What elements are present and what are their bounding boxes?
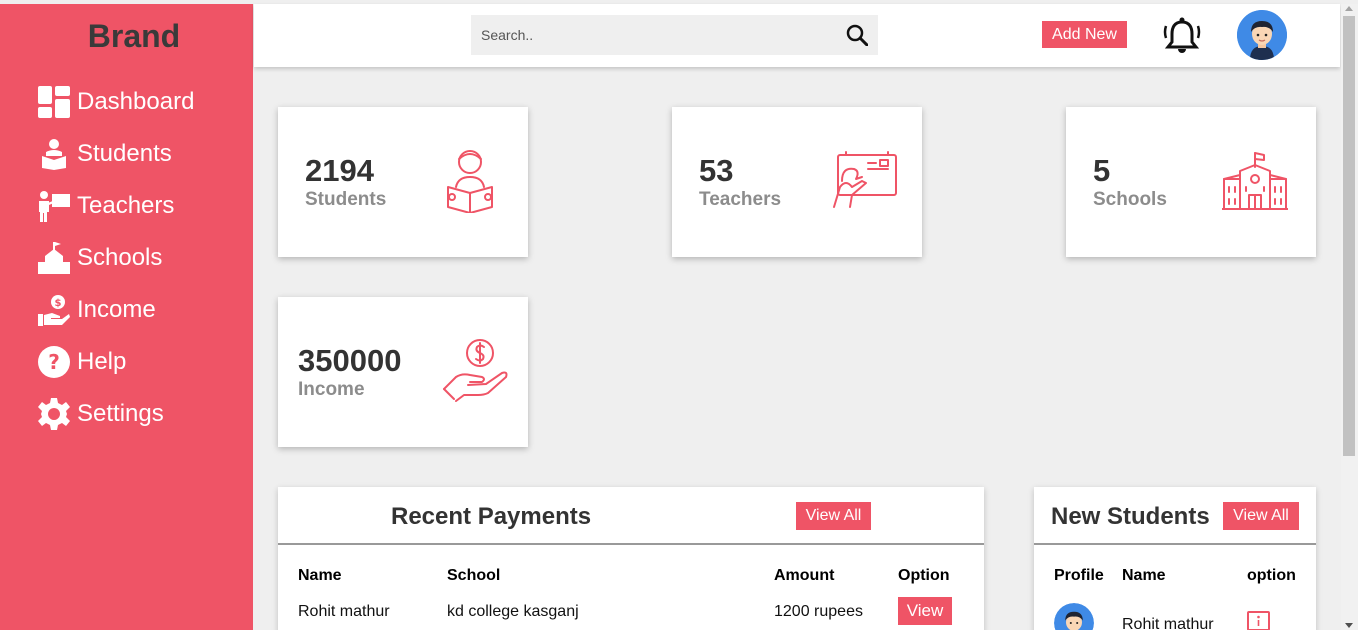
stat-label: Teachers — [699, 189, 782, 210]
sidebar-item-help[interactable]: ? Help — [38, 336, 194, 388]
avatar — [1054, 603, 1094, 630]
payments-view-all-button[interactable]: View All — [796, 502, 871, 530]
stat-value: 5 — [1093, 153, 1111, 188]
panel-header: New Students View All — [1034, 487, 1316, 545]
search-input[interactable] — [471, 15, 836, 55]
svg-text:?: ? — [48, 350, 60, 374]
sidebar-item-label: Dashboard — [77, 88, 195, 115]
stat-card-income: 350000 Income — [278, 297, 528, 447]
stat-value: 53 — [699, 153, 734, 188]
stat-card-schools: 5 Schools — [1066, 107, 1316, 257]
hand-dollar-icon — [442, 337, 510, 408]
search-icon — [846, 24, 868, 46]
scroll-up-arrow-icon[interactable] — [1345, 6, 1353, 11]
column-header: Option — [898, 567, 950, 584]
sidebar-item-income[interactable]: $ Income — [38, 284, 194, 336]
stat-card-teachers: 53 Teachers — [672, 107, 922, 257]
student-name: Rohit mathur — [1122, 616, 1214, 630]
user-avatar[interactable] — [1237, 10, 1287, 60]
sidebar-item-label: Students — [77, 140, 172, 167]
sidebar-item-label: Settings — [77, 400, 164, 427]
stat-label: Schools — [1093, 189, 1167, 210]
teacher-board-icon — [832, 151, 898, 214]
panel-title: Recent Payments — [391, 503, 592, 530]
students-view-all-button[interactable]: View All — [1223, 502, 1299, 530]
sidebar-item-teachers[interactable]: Teachers — [38, 180, 194, 232]
payment-view-button[interactable]: View — [898, 597, 952, 625]
student-reading-icon — [38, 137, 70, 171]
stat-label: Students — [305, 189, 387, 210]
sidebar-item-label: Income — [77, 296, 156, 323]
payment-amount: 1200 rupees — [774, 603, 863, 620]
column-header: School — [447, 567, 501, 584]
column-header: option — [1247, 567, 1296, 584]
sidebar-item-dashboard[interactable]: Dashboard — [38, 76, 194, 128]
top-bar: Add New — [254, 4, 1340, 67]
student-reading-icon — [444, 147, 496, 218]
add-new-button[interactable]: Add New — [1042, 21, 1127, 48]
search-box — [471, 15, 878, 55]
sidebar-item-settings[interactable]: Settings — [38, 388, 194, 440]
brand-logo[interactable]: Brand — [0, 18, 268, 55]
panel-header: Recent Payments View All — [278, 487, 984, 545]
scroll-down-arrow-icon[interactable] — [1345, 623, 1353, 628]
sidebar-item-label: Help — [77, 348, 127, 375]
sidebar-item-students[interactable]: Students — [38, 128, 194, 180]
info-icon[interactable] — [1247, 611, 1270, 630]
hand-dollar-icon: $ — [38, 293, 70, 327]
gear-icon — [38, 397, 70, 431]
sidebar: Brand Dashboard Students Teachers School… — [0, 4, 253, 630]
svg-text:$: $ — [55, 298, 62, 309]
teacher-board-icon — [38, 189, 70, 223]
stat-value: 2194 — [305, 153, 374, 188]
recent-payments-panel: Recent Payments View All Name School Amo… — [278, 487, 984, 630]
dashboard-icon — [38, 85, 70, 119]
panel-title: New Students — [1051, 503, 1210, 530]
new-students-panel: New Students View All Profile Name optio… — [1034, 487, 1316, 630]
sidebar-nav: Dashboard Students Teachers Schools $ In… — [38, 76, 194, 440]
column-header: Profile — [1054, 567, 1104, 584]
school-building-icon — [1221, 151, 1289, 216]
stat-label: Income — [298, 379, 365, 400]
payment-school: kd college kasganj — [447, 603, 579, 620]
sidebar-item-label: Teachers — [77, 192, 175, 219]
payment-name: Rohit mathur — [298, 603, 390, 620]
search-button[interactable] — [836, 15, 878, 55]
column-header: Amount — [774, 567, 835, 584]
stat-value: 350000 — [298, 343, 402, 378]
stat-card-students: 2194 Students — [278, 107, 528, 257]
column-header: Name — [298, 567, 342, 584]
sidebar-item-schools[interactable]: Schools — [38, 232, 194, 284]
question-circle-icon: ? — [38, 345, 70, 379]
sidebar-item-label: Schools — [77, 244, 163, 271]
page-scrollbar[interactable] — [1341, 4, 1358, 630]
scroll-thumb[interactable] — [1343, 16, 1355, 456]
column-header: Name — [1122, 567, 1166, 584]
notification-bell-icon[interactable] — [1163, 16, 1201, 56]
school-building-icon — [38, 241, 70, 275]
